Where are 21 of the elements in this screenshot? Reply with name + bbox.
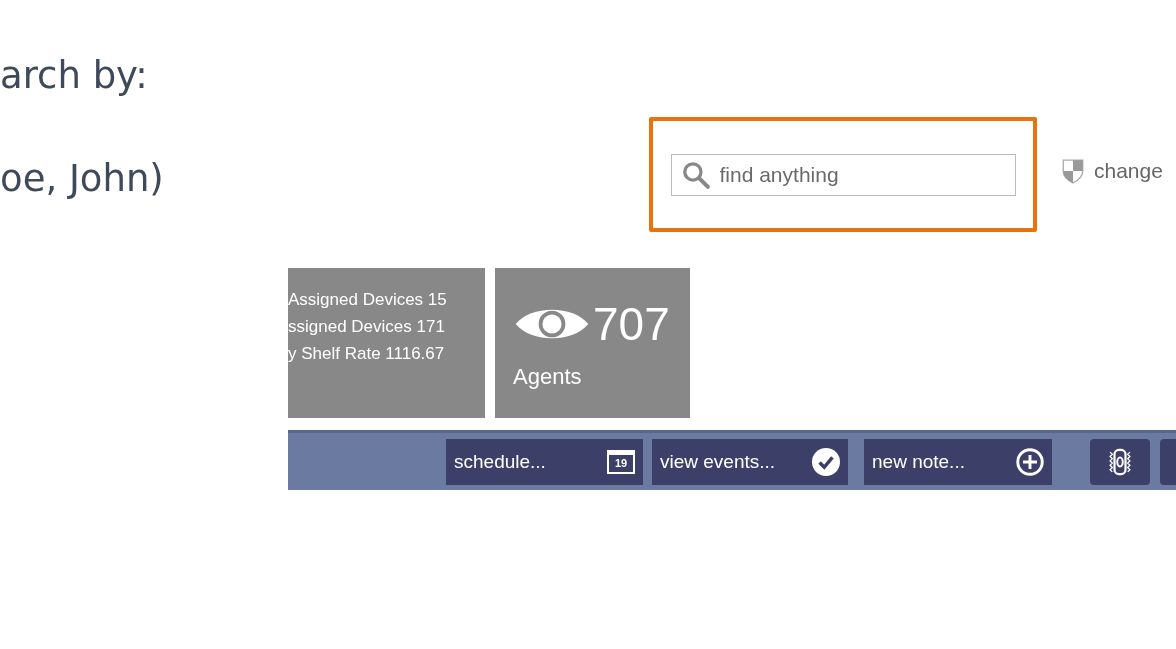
slide-text: arch by: (0, 53, 149, 99)
device-icon (1109, 447, 1131, 476)
stats-tile[interactable]: Assigned Devices 15 ssigned Devices 171 y Shelf Rate 1116.67 (288, 268, 485, 418)
agents-tile[interactable]: 707 Agents (495, 268, 690, 418)
stat-line: Assigned Devices 15 (288, 289, 448, 311)
slide-text: oe, John) (0, 156, 165, 202)
agent-count: 707 (593, 297, 670, 352)
toolbar-button[interactable]: new note... (864, 438, 1052, 485)
check-icon (812, 447, 840, 476)
shield-icon (1062, 158, 1084, 184)
search-icon (680, 159, 711, 190)
calendar-icon: 19 (607, 449, 635, 474)
toolbar-button[interactable]: schedule... 19 (446, 438, 643, 485)
toolbar-button[interactable]: view events... (652, 438, 848, 485)
stat-line: ssigned Devices 171 (288, 316, 446, 338)
tile-label: Agents (513, 364, 583, 390)
plus-icon (1016, 447, 1044, 476)
search-field[interactable]: find anything (670, 153, 1016, 196)
stat-line: y Shelf Rate 1116.67 (288, 343, 446, 365)
change-link[interactable]: change (1094, 159, 1163, 183)
toolbar-icon-button[interactable] (1090, 438, 1150, 485)
